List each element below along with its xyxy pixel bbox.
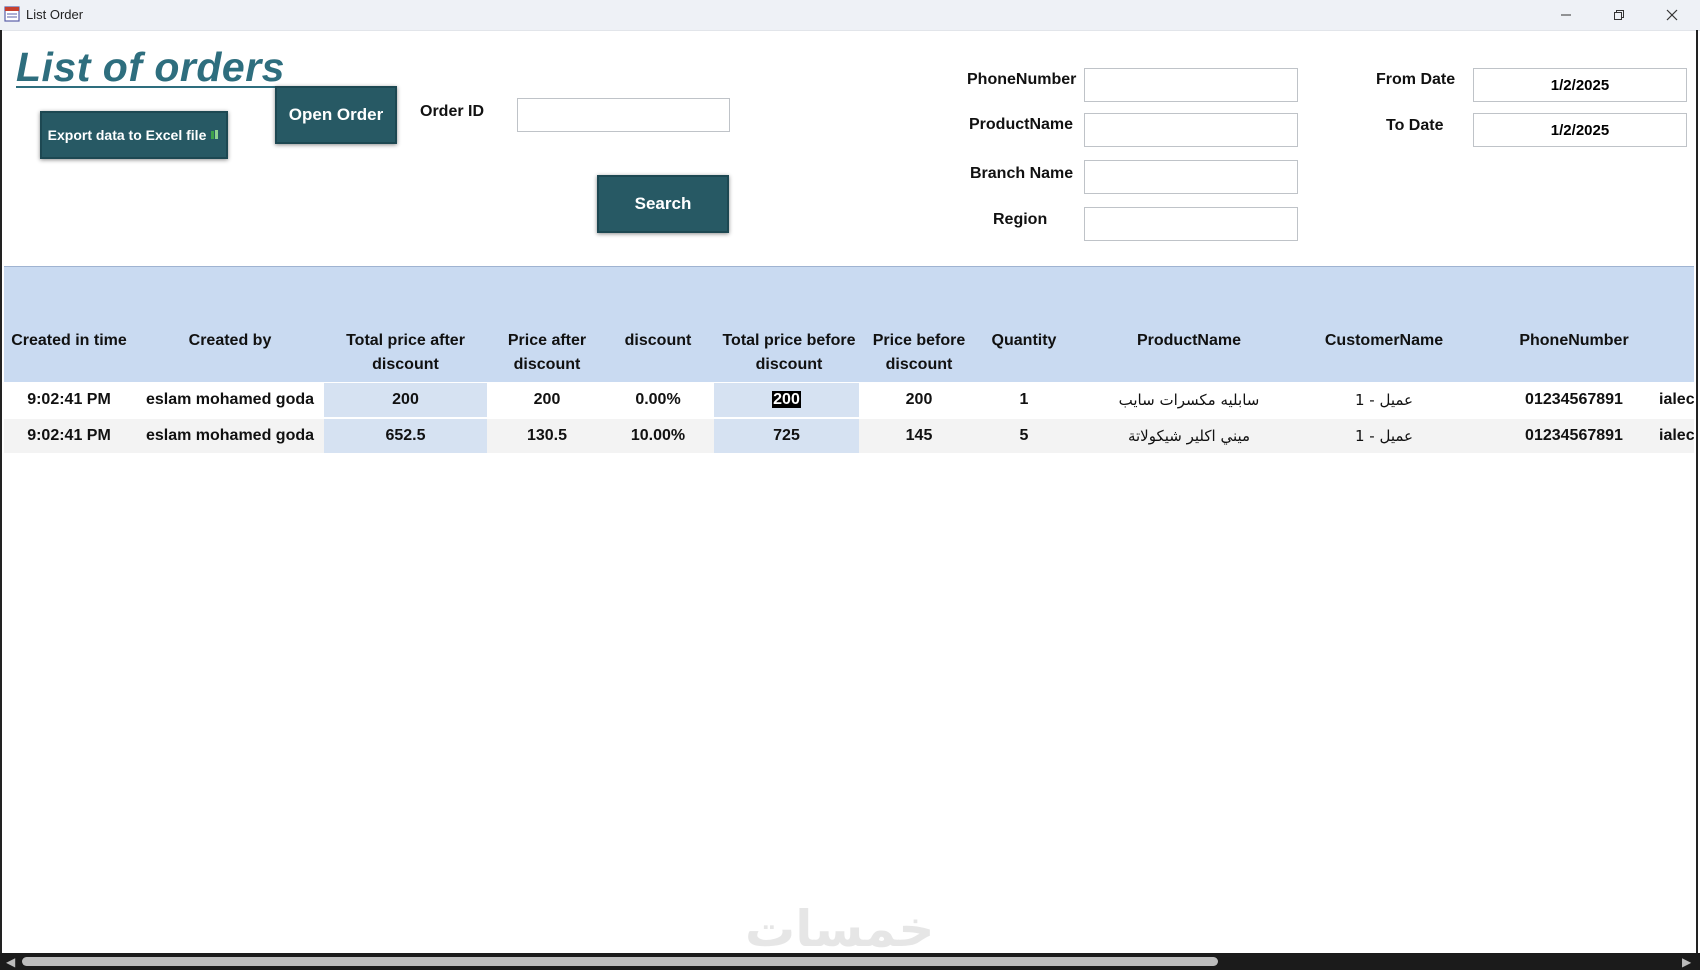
column-header-created-time[interactable]: Created in time: [4, 329, 134, 353]
restore-button[interactable]: [1596, 0, 1642, 30]
table-row[interactable]: 9:02:41 PM eslam mohamed goda 652.5 130.…: [4, 419, 1694, 453]
column-header-quantity[interactable]: Quantity: [974, 329, 1074, 353]
search-button[interactable]: Search: [597, 175, 729, 233]
region-input[interactable]: [1084, 207, 1298, 241]
open-order-label: Open Order: [288, 105, 384, 124]
export-excel-label: Export data to Excel file: [47, 127, 207, 143]
region-label: Region: [993, 211, 1048, 228]
cell-created-time[interactable]: 9:02:41 PM: [4, 419, 134, 453]
phone-number-input[interactable]: [1084, 68, 1298, 102]
cell-created-time[interactable]: 9:02:41 PM: [4, 383, 134, 417]
search-label: Search: [634, 194, 692, 213]
cell-overflow[interactable]: ialec: [1659, 383, 1694, 417]
cell-overflow[interactable]: ialec: [1659, 419, 1694, 453]
cell-price-after[interactable]: 200: [496, 383, 598, 417]
table-row[interactable]: 9:02:41 PM eslam mohamed goda 200 200 0.…: [4, 383, 1694, 417]
cell-discount[interactable]: 0.00%: [608, 383, 708, 417]
cell-discount[interactable]: 10.00%: [608, 419, 708, 453]
cell-product-name[interactable]: سابليه مكسرات سايب: [1084, 383, 1294, 417]
cell-quantity[interactable]: 5: [974, 419, 1074, 453]
branch-name-input[interactable]: [1084, 160, 1298, 194]
cell-customer-name[interactable]: عميل - 1: [1294, 383, 1474, 417]
phone-number-label: PhoneNumber: [967, 71, 1077, 88]
column-header-discount[interactable]: discount: [608, 329, 708, 353]
column-header-customer-name[interactable]: CustomerName: [1294, 329, 1474, 353]
cell-total-before[interactable]: 200: [714, 383, 859, 417]
minimize-button[interactable]: [1543, 0, 1589, 30]
close-icon: [1666, 9, 1678, 21]
cell-total-before[interactable]: 725: [714, 419, 859, 453]
cell-total-after[interactable]: 200: [324, 383, 487, 417]
column-header-phone-number[interactable]: PhoneNumber: [1484, 329, 1664, 353]
page-title: List of orders: [16, 44, 285, 90]
grid-header: Created in time Created by Total price a…: [4, 266, 1694, 382]
window-frame-left: [0, 30, 2, 955]
form-icon: [4, 6, 20, 22]
selected-text[interactable]: 200: [772, 391, 801, 408]
cell-created-by[interactable]: eslam mohamed goda: [139, 383, 321, 417]
product-name-input[interactable]: [1084, 113, 1298, 147]
to-date-label: To Date: [1386, 117, 1444, 134]
product-name-label: ProductName: [969, 116, 1074, 133]
cell-phone-number[interactable]: 01234567891: [1484, 419, 1664, 453]
open-order-button[interactable]: Open Order: [275, 86, 397, 144]
window-frame-right: [1696, 30, 1698, 955]
column-header-total-before[interactable]: Total price before discount: [714, 329, 864, 377]
scroll-left-icon[interactable]: ◀: [6, 955, 15, 969]
column-header-price-after[interactable]: Price after discount: [496, 329, 598, 377]
watermark: خمسات: [745, 900, 935, 958]
column-header-product-name[interactable]: ProductName: [1084, 329, 1294, 353]
excel-icon: [211, 130, 219, 139]
column-header-price-before[interactable]: Price before discount: [869, 329, 969, 377]
cell-price-before[interactable]: 200: [869, 383, 969, 417]
from-date-input[interactable]: [1473, 68, 1687, 102]
cell-created-by[interactable]: eslam mohamed goda: [139, 419, 321, 453]
from-date-label: From Date: [1376, 71, 1456, 88]
column-header-total-after[interactable]: Total price after discount: [324, 329, 487, 377]
cell-product-name[interactable]: ميني اكلير شيكولاتة: [1084, 419, 1294, 453]
horizontal-scrollbar[interactable]: ◀ ▶: [0, 953, 1700, 970]
cell-price-before[interactable]: 145: [869, 419, 969, 453]
restore-icon: [1614, 10, 1624, 20]
branch-name-label: Branch Name: [970, 165, 1074, 182]
window-titlebar: List Order: [0, 0, 1700, 31]
export-excel-button[interactable]: Export data to Excel file: [40, 111, 228, 159]
cell-total-after[interactable]: 652.5: [324, 419, 487, 453]
column-header-created-by[interactable]: Created by: [139, 329, 321, 353]
cell-customer-name[interactable]: عميل - 1: [1294, 419, 1474, 453]
scroll-right-icon[interactable]: ▶: [1682, 955, 1691, 969]
order-id-label: Order ID: [420, 103, 485, 120]
cell-price-after[interactable]: 130.5: [496, 419, 598, 453]
to-date-input[interactable]: [1473, 113, 1687, 147]
close-button[interactable]: [1649, 0, 1695, 30]
scrollbar-thumb[interactable]: [22, 957, 1218, 966]
cell-quantity[interactable]: 1: [974, 383, 1074, 417]
cell-phone-number[interactable]: 01234567891: [1484, 383, 1664, 417]
minimize-icon: [1561, 14, 1571, 16]
order-id-input[interactable]: [517, 98, 730, 132]
window-title: List Order: [26, 7, 84, 22]
